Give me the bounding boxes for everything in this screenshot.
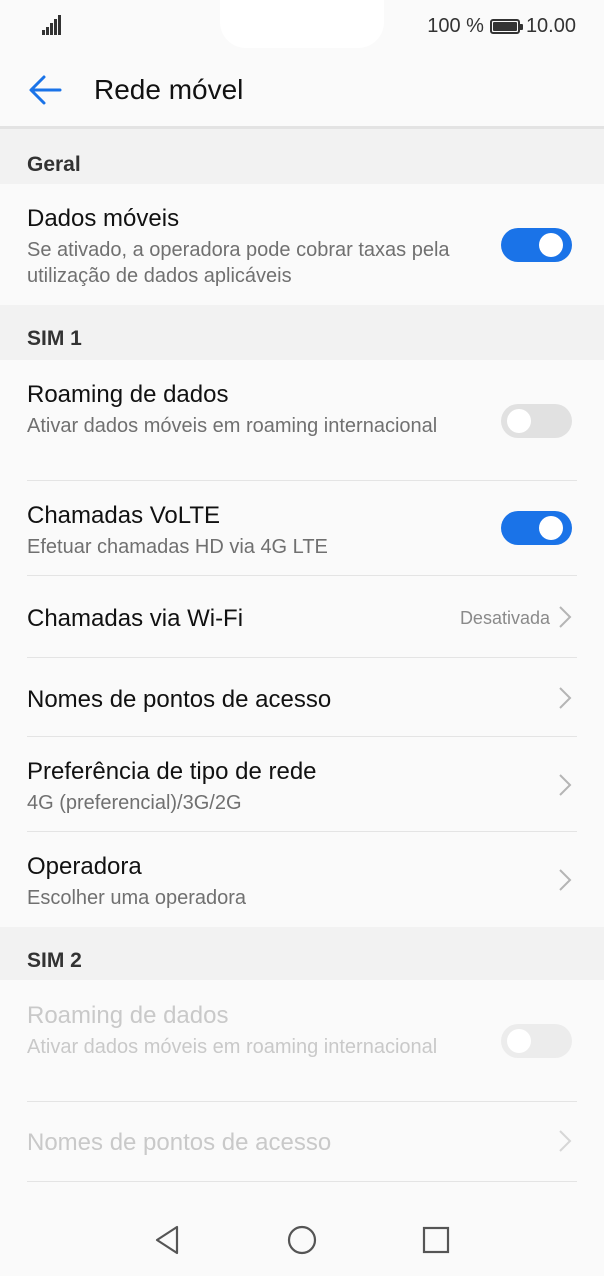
- sim1-roaming-toggle[interactable]: [501, 404, 572, 438]
- signal-icon: [42, 15, 64, 35]
- setting-title: Operadora: [27, 853, 142, 880]
- setting-sim2-apn: Nomes de pontos de acesso: [0, 1102, 604, 1182]
- setting-operator[interactable]: Operadora Escolher uma operadora: [0, 832, 604, 927]
- battery-percentage: 100 %: [427, 14, 484, 37]
- setting-wifi-calls[interactable]: Chamadas via Wi-Fi Desativada: [0, 576, 604, 658]
- chevron-right-icon: [559, 1130, 572, 1152]
- clock: 10.00: [525, 14, 576, 37]
- nav-home-icon[interactable]: [284, 1222, 320, 1258]
- row-divider: [27, 1181, 577, 1182]
- setting-subtitle: Ativar dados móveis em roaming internaci…: [27, 415, 438, 437]
- setting-title: Chamadas VoLTE: [27, 502, 220, 529]
- battery-icon: [489, 18, 523, 34]
- setting-title: Preferência de tipo de rede: [27, 758, 317, 785]
- setting-mobile-data[interactable]: Dados móveis Se ativado, a operadora pod…: [0, 184, 604, 305]
- setting-subtitle: Se ativado, a operadora pode cobrar taxa…: [27, 239, 450, 287]
- camera-notch: [220, 0, 384, 48]
- section-label: SIM 2: [27, 949, 82, 972]
- setting-title: Nomes de pontos de acesso: [27, 686, 332, 713]
- nav-recents-icon[interactable]: [418, 1222, 454, 1258]
- setting-title: Chamadas via Wi-Fi: [27, 605, 244, 632]
- nav-back-icon[interactable]: [150, 1222, 186, 1258]
- back-arrow-icon[interactable]: [28, 72, 64, 108]
- app-header: Rede móvel: [0, 52, 604, 128]
- setting-volte[interactable]: Chamadas VoLTE Efetuar chamadas HD via 4…: [0, 481, 604, 576]
- setting-apn[interactable]: Nomes de pontos de acesso: [0, 658, 604, 737]
- chevron-right-icon: [559, 687, 572, 709]
- setting-title: Dados móveis: [27, 205, 180, 232]
- section-header-sim1: SIM 1: [0, 305, 604, 360]
- setting-value: Desativada: [459, 608, 550, 628]
- setting-sim2-roaming: Roaming de dados Ativar dados móveis em …: [0, 980, 604, 1102]
- chevron-right-icon: [559, 869, 572, 891]
- setting-title: Roaming de dados: [27, 1002, 229, 1029]
- setting-network-type[interactable]: Preferência de tipo de rede 4G (preferen…: [0, 737, 604, 832]
- chevron-right-icon: [559, 774, 572, 796]
- setting-sim1-roaming[interactable]: Roaming de dados Ativar dados móveis em …: [0, 360, 604, 481]
- section-header-general: Geral: [0, 129, 604, 184]
- navigation-bar: [0, 1204, 604, 1276]
- sim2-roaming-toggle: [501, 1024, 572, 1058]
- status-bar: 100 % 10.00: [0, 0, 604, 52]
- section-label: Geral: [27, 153, 81, 176]
- chevron-right-icon: [559, 606, 572, 628]
- setting-subtitle: 4G (preferencial)/3G/2G: [27, 792, 242, 814]
- setting-title: Nomes de pontos de acesso: [27, 1129, 332, 1156]
- setting-subtitle: Efetuar chamadas HD via 4G LTE: [27, 536, 328, 558]
- volte-toggle[interactable]: [501, 511, 572, 545]
- section-header-sim2: SIM 2: [0, 927, 604, 980]
- setting-subtitle: Escolher uma operadora: [27, 887, 247, 909]
- setting-title: Roaming de dados: [27, 381, 229, 408]
- page-title: Rede móvel: [94, 74, 244, 105]
- setting-subtitle: Ativar dados móveis em roaming internaci…: [27, 1036, 438, 1058]
- status-right: 100 % 10.00: [427, 12, 576, 40]
- mobile-data-toggle[interactable]: [501, 228, 572, 262]
- section-label: SIM 1: [27, 327, 82, 350]
